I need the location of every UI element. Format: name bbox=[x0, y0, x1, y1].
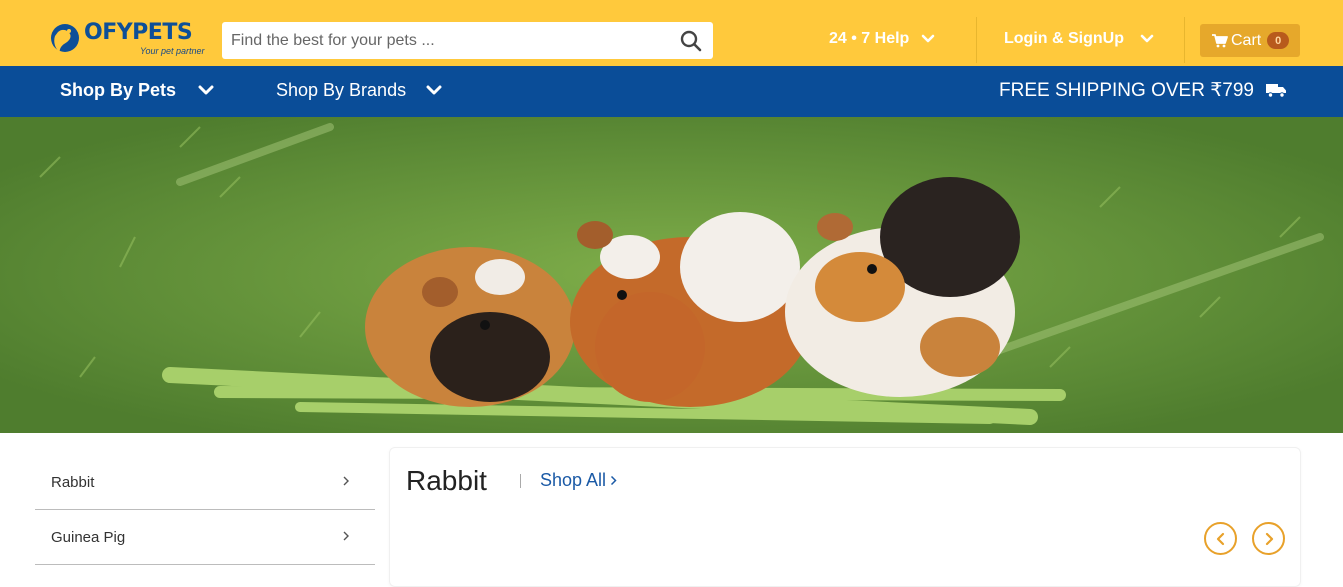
chevron-down-icon bbox=[426, 85, 442, 95]
cart-count-badge: 0 bbox=[1267, 32, 1290, 49]
hero-banner-image bbox=[0, 117, 1343, 433]
help-dropdown[interactable]: 24 • 7 Help bbox=[829, 30, 935, 48]
shop-all-link[interactable]: Shop All bbox=[540, 470, 617, 491]
logo-tagline: Your pet partner bbox=[140, 46, 205, 56]
chevron-right-icon bbox=[611, 475, 617, 486]
category-item-guinea-pig[interactable]: Guinea Pig bbox=[35, 510, 375, 565]
title-separator bbox=[520, 474, 521, 488]
cart-button[interactable]: Cart 0 bbox=[1200, 24, 1300, 57]
nav-shop-by-brands[interactable]: Shop By Brands bbox=[276, 80, 442, 101]
category-products-panel: Rabbit Shop All bbox=[389, 447, 1301, 587]
nav-item-label: Shop By Brands bbox=[276, 80, 407, 100]
chevron-down-icon bbox=[1140, 34, 1154, 43]
panel-title: Rabbit bbox=[406, 465, 487, 496]
nav-item-label: Shop By Pets bbox=[60, 80, 177, 100]
free-shipping-banner: FREE SHIPPING OVER ₹799 bbox=[999, 79, 1287, 102]
chevron-right-icon bbox=[1265, 532, 1273, 545]
search-icon[interactable] bbox=[679, 29, 703, 53]
shipping-text: FREE SHIPPING OVER ₹799 bbox=[999, 80, 1254, 101]
logo[interactable]: OFYPETS Your pet partner bbox=[50, 18, 210, 60]
cart-label: Cart bbox=[1231, 31, 1262, 49]
category-label: Rabbit bbox=[51, 473, 95, 491]
cart-icon bbox=[1212, 33, 1228, 47]
help-label: 24 • 7 Help bbox=[829, 30, 910, 47]
chevron-down-icon bbox=[922, 34, 935, 43]
carousel-prev-button[interactable] bbox=[1204, 522, 1237, 555]
chevron-left-icon bbox=[1216, 532, 1224, 545]
category-label: Guinea Pig bbox=[51, 528, 126, 546]
category-item-rabbit[interactable]: Rabbit bbox=[35, 455, 375, 510]
carousel-next-button[interactable] bbox=[1252, 522, 1285, 555]
chevron-right-icon bbox=[343, 531, 349, 541]
truck-icon bbox=[1266, 84, 1286, 98]
nav-shop-by-pets[interactable]: Shop By Pets bbox=[60, 80, 214, 101]
search-input[interactable] bbox=[222, 22, 662, 59]
top-header: OFYPETS Your pet partner 24 • 7 Help Log… bbox=[0, 0, 1343, 66]
search-bar bbox=[222, 22, 713, 59]
chevron-down-icon bbox=[198, 85, 214, 95]
shop-all-label: Shop All bbox=[540, 470, 607, 490]
hero-illustration bbox=[0, 117, 1343, 433]
logo-text: OFYPETS bbox=[84, 20, 193, 45]
chevron-right-icon bbox=[343, 476, 349, 486]
logo-globe-icon bbox=[51, 24, 79, 52]
header-divider bbox=[1184, 17, 1185, 63]
header-divider bbox=[976, 17, 977, 63]
main-nav: Shop By Pets Shop By Brands FREE SHIPPIN… bbox=[0, 66, 1343, 117]
login-signup-dropdown[interactable]: Login & SignUp bbox=[1004, 30, 1154, 48]
login-label: Login & SignUp bbox=[1004, 30, 1124, 47]
category-list: Rabbit Guinea Pig bbox=[35, 455, 375, 565]
